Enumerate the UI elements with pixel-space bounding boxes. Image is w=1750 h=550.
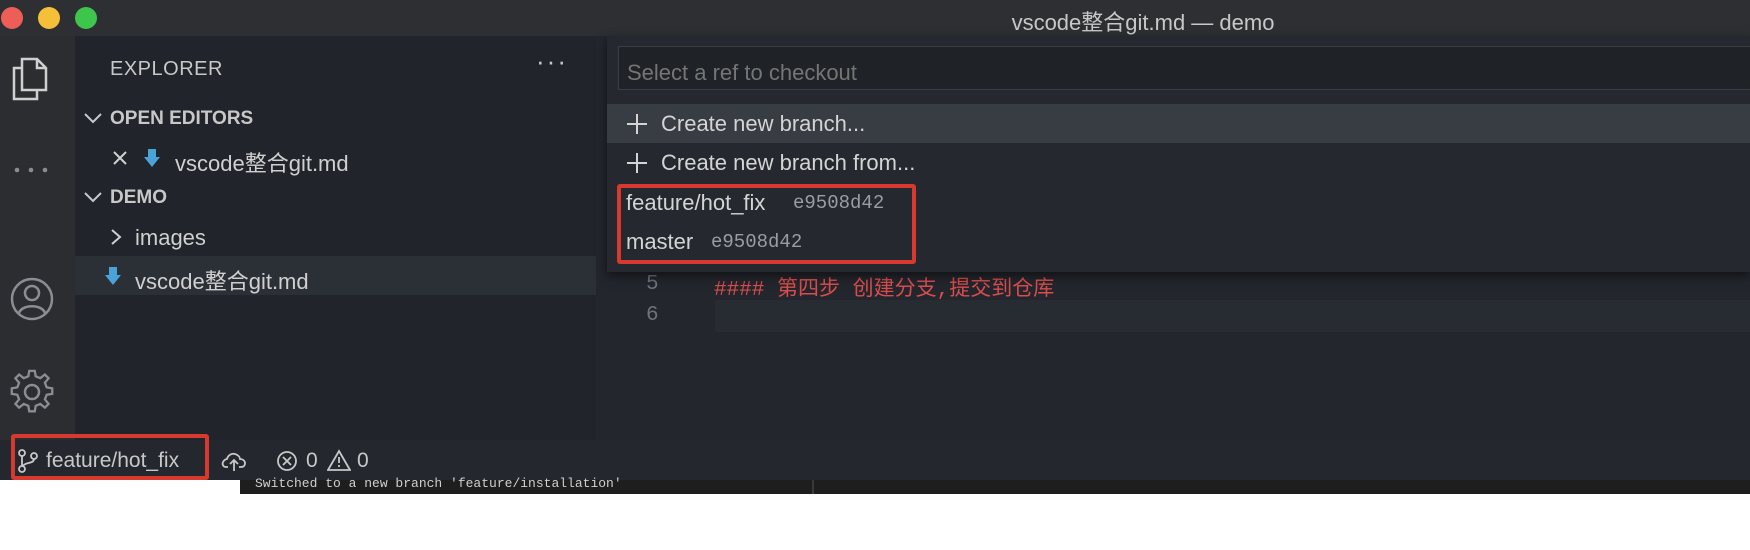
window-title: vscode整合git.md — demo [1011,10,1275,35]
chevron-down-icon [84,113,102,124]
quick-pick-item[interactable]: Create new branch... [607,104,1750,143]
warning-icon[interactable] [327,449,351,471]
open-editors-section-header[interactable]: OPEN EDITORS [75,99,596,138]
quick-pick-label: Create new branch... [661,111,866,136]
zoom-window-button[interactable] [75,7,97,29]
sync-cloud-icon[interactable] [221,450,247,472]
quick-pick-item[interactable]: Create new branch from... [607,143,1750,182]
title-bar: vscode整合git.md — demo [0,0,1750,36]
line-number: 5 [646,273,659,296]
plus-icon [627,153,647,173]
chevron-right-icon [111,229,122,245]
error-count[interactable]: 0 [306,449,318,473]
terminal-divider [812,480,814,494]
more-icon[interactable] [12,165,52,175]
activity-bar [0,36,75,440]
open-editor-filename: vscode整合git.md [175,151,349,176]
demo-label: DEMO [110,187,167,208]
terminal-panel: Switched to a new branch 'feature/instal… [0,476,1750,550]
markdown-download-icon [105,267,121,285]
demo-section-header[interactable]: DEMO [75,178,596,217]
close-window-button[interactable] [1,7,23,29]
error-icon[interactable] [276,450,298,472]
folder-name: images [135,225,206,250]
explorer-title: EXPLORER [110,58,223,80]
explorer-more-actions-button[interactable]: ··· [536,46,568,77]
code-line: #### 第四步 创建分支,提交到仓库 [714,279,1055,302]
close-icon[interactable] [112,150,128,166]
ref-search-input[interactable] [618,46,1750,90]
files-icon[interactable] [10,56,50,102]
account-icon[interactable] [9,276,55,322]
plus-icon [627,114,647,134]
status-bar: feature/hot_fix 0 0 [0,440,1750,480]
terminal-output: Switched to a new branch 'feature/instal… [240,476,1750,494]
chevron-down-icon [84,192,102,203]
warning-count[interactable]: 0 [357,449,369,473]
minimize-window-button[interactable] [38,7,60,29]
terminal-line: Switched to a new branch 'feature/instal… [255,476,622,491]
explorer-sidebar: EXPLORER ··· OPEN EDITORS vscode整合git.md… [75,36,596,440]
settings-gear-icon[interactable] [9,369,55,415]
annotation-highlight-box [11,434,209,480]
markdown-download-icon [144,149,160,167]
quick-pick-label: Create new branch from... [661,150,916,175]
current-line-highlight [715,300,1750,332]
file-name: vscode整合git.md [135,269,309,294]
tree-item-markdown-file[interactable]: vscode整合git.md [75,256,596,295]
annotation-highlight-box [617,184,916,264]
open-editor-item[interactable]: vscode整合git.md [75,138,596,177]
tree-item-images[interactable]: images [75,217,596,256]
open-editors-label: OPEN EDITORS [110,108,254,129]
line-number: 6 [646,304,659,327]
